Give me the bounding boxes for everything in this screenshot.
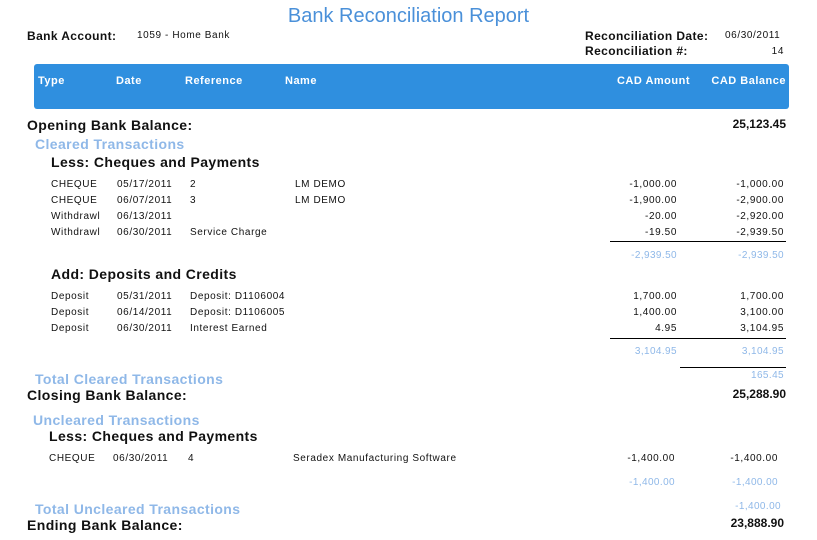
report-title: Bank Reconciliation Report <box>287 5 530 27</box>
col-cad-amount: CAD Amount <box>616 75 690 87</box>
row-amount: -1,000.00 <box>629 179 677 190</box>
row-amount: -1,900.00 <box>629 195 677 206</box>
closing-balance-value: 25,288.90 <box>732 387 786 401</box>
row-balance: 3,104.95 <box>740 323 784 334</box>
recon-date-label: Reconciliation Date: <box>585 29 709 43</box>
row-date: 06/14/2011 <box>117 307 173 318</box>
recon-date-value: 06/30/2011 <box>725 30 781 41</box>
row-date: 06/07/2011 <box>117 195 173 206</box>
total-uncleared-value: -1,400.00 <box>735 501 781 512</box>
row-date: 06/30/2011 <box>117 323 173 334</box>
cleared-cheques-total-balance: -2,939.50 <box>738 250 784 261</box>
row-date: 06/13/2011 <box>117 211 173 222</box>
row-balance: -2,939.50 <box>736 227 784 238</box>
ending-balance-value: 23,888.90 <box>730 516 784 530</box>
row-balance: -2,920.00 <box>736 211 784 222</box>
row-reference: 4 <box>188 453 195 464</box>
uncleared-cheques-total-amount: -1,400.00 <box>629 477 675 488</box>
bank-account-label: Bank Account: <box>27 29 117 43</box>
row-type: Withdrawl <box>51 227 101 238</box>
cleared-cheques-heading: Less: Cheques and Payments <box>51 154 260 170</box>
row-name: Seradex Manufacturing Software <box>293 453 457 464</box>
total-rule <box>680 367 786 368</box>
col-type: Type <box>38 75 65 87</box>
row-type: CHEQUE <box>51 195 98 206</box>
row-type: CHEQUE <box>49 453 96 464</box>
opening-balance-value: 25,123.45 <box>732 117 786 131</box>
cleared-cheques-total-amount: -2,939.50 <box>631 250 677 261</box>
row-amount: -1,400.00 <box>627 453 675 464</box>
row-balance: -1,400.00 <box>730 453 778 464</box>
cleared-heading: Cleared Transactions <box>35 136 185 152</box>
cleared-deposits-total-amount: 3,104.95 <box>634 346 677 357</box>
row-type: Deposit <box>51 323 90 334</box>
ending-balance-label: Ending Bank Balance: <box>27 517 183 533</box>
bank-account-value: 1059 - Home Bank <box>137 30 230 41</box>
cleared-deposits-total-balance: 3,104.95 <box>741 346 784 357</box>
opening-balance-label: Opening Bank Balance: <box>27 117 193 133</box>
uncleared-cheques-total-balance: -1,400.00 <box>732 477 778 488</box>
row-balance: 1,700.00 <box>740 291 784 302</box>
col-date: Date <box>116 75 142 87</box>
row-date: 06/30/2011 <box>113 453 169 464</box>
row-amount: 4.95 <box>655 323 677 334</box>
row-reference: 3 <box>190 195 197 206</box>
row-amount: -19.50 <box>645 227 677 238</box>
row-balance: 3,100.00 <box>740 307 784 318</box>
total-cleared-value: 165.45 <box>751 370 784 381</box>
row-date: 05/17/2011 <box>117 179 173 190</box>
col-reference: Reference <box>185 75 243 87</box>
subtotal-rule <box>610 241 786 242</box>
total-cleared-label: Total Cleared Transactions <box>35 371 224 387</box>
row-type: Deposit <box>51 307 90 318</box>
col-cad-balance: CAD Balance <box>711 75 786 87</box>
row-date: 05/31/2011 <box>117 291 173 302</box>
row-name: LM DEMO <box>295 195 346 206</box>
row-balance: -2,900.00 <box>736 195 784 206</box>
col-name: Name <box>285 75 317 87</box>
row-amount: 1,400.00 <box>633 307 677 318</box>
recon-number-label: Reconciliation #: <box>585 44 688 58</box>
row-type: CHEQUE <box>51 179 98 190</box>
total-uncleared-label: Total Uncleared Transactions <box>35 501 241 517</box>
uncleared-heading: Uncleared Transactions <box>33 412 200 428</box>
cleared-deposits-heading: Add: Deposits and Credits <box>51 266 237 282</box>
row-amount: 1,700.00 <box>633 291 677 302</box>
row-name: LM DEMO <box>295 179 346 190</box>
row-balance: -1,000.00 <box>736 179 784 190</box>
closing-balance-label: Closing Bank Balance: <box>27 387 188 403</box>
row-amount: -20.00 <box>645 211 677 222</box>
row-reference: Deposit: D1106004 <box>190 291 286 302</box>
row-type: Deposit <box>51 291 90 302</box>
row-reference: Deposit: D1106005 <box>190 307 286 318</box>
row-reference: Interest Earned <box>190 323 268 334</box>
row-date: 06/30/2011 <box>117 227 173 238</box>
row-reference: 2 <box>190 179 197 190</box>
row-reference: Service Charge <box>190 227 268 238</box>
row-type: Withdrawl <box>51 211 101 222</box>
subtotal-rule <box>610 338 786 339</box>
uncleared-cheques-heading: Less: Cheques and Payments <box>49 428 258 444</box>
recon-number-value: 14 <box>771 46 784 57</box>
